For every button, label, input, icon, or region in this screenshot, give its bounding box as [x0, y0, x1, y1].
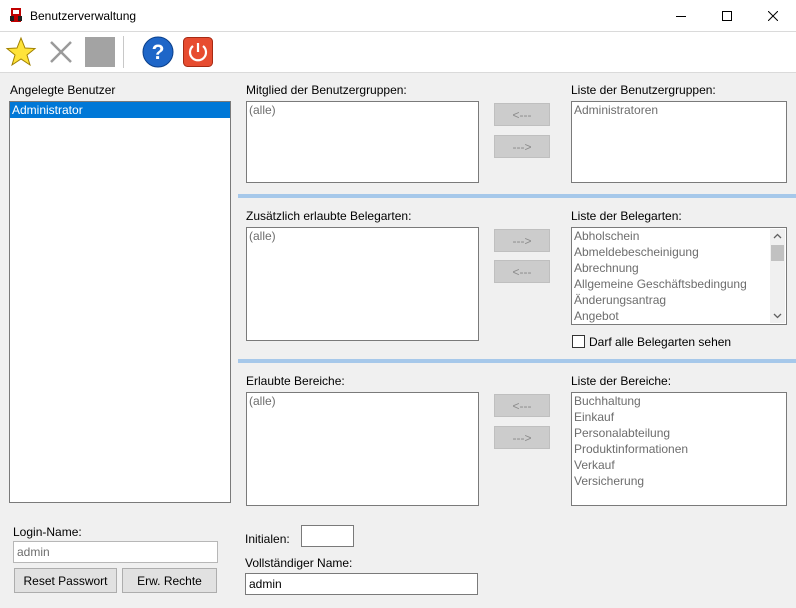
- full-name-label: Vollständiger Name:: [245, 556, 353, 570]
- reset-password-button[interactable]: Reset Passwort: [14, 568, 117, 593]
- scroll-up-icon: [773, 233, 782, 239]
- list-item[interactable]: Abmeldebescheinigung: [572, 244, 786, 260]
- doctype-scrollbar[interactable]: [770, 229, 785, 323]
- toolbar-separator: [123, 36, 124, 68]
- save-icon: [85, 37, 115, 67]
- list-item[interactable]: (alle): [247, 393, 478, 409]
- list-item[interactable]: (alle): [247, 228, 478, 244]
- doctype-list[interactable]: Abholschein Abmeldebescheinigung Abrechn…: [571, 227, 787, 325]
- see-all-doctypes-checkbox[interactable]: [572, 335, 585, 348]
- list-item[interactable]: Abrechnung: [572, 260, 786, 276]
- list-item[interactable]: Allgemeine Geschäftsbedingung: [572, 276, 786, 292]
- allowed-doctypes-list[interactable]: (alle): [246, 227, 479, 341]
- help-button[interactable]: ?: [142, 36, 174, 68]
- login-name-label: Login-Name:: [13, 525, 82, 539]
- delete-user-button[interactable]: [45, 36, 77, 68]
- add-doctype-button[interactable]: --->: [494, 229, 550, 252]
- member-groups-list[interactable]: (alle): [246, 101, 479, 183]
- see-all-doctypes-label: Darf alle Belegarten sehen: [589, 335, 732, 349]
- list-item[interactable]: Angebot: [572, 308, 786, 324]
- full-name-field[interactable]: admin: [245, 573, 478, 595]
- area-list[interactable]: Buchhaltung Einkauf Personalabteilung Pr…: [571, 392, 787, 506]
- allowed-areas-list[interactable]: (alle): [246, 392, 479, 506]
- close-window-icon: [768, 10, 778, 21]
- save-button[interactable]: [84, 36, 116, 68]
- allowed-areas-label: Erlaubte Bereiche:: [246, 374, 345, 388]
- svg-text:?: ?: [152, 41, 165, 64]
- list-item[interactable]: Versicherung: [572, 473, 786, 489]
- initials-label: Initialen:: [245, 532, 290, 546]
- users-list[interactable]: Administrator: [9, 101, 231, 503]
- minimize-icon: [676, 15, 686, 17]
- list-item[interactable]: Personalabteilung: [572, 425, 786, 441]
- remove-area-button[interactable]: <---: [494, 394, 550, 417]
- list-item[interactable]: Administratoren: [572, 102, 786, 118]
- allowed-doctypes-label: Zusätzlich erlaubte Belegarten:: [246, 209, 412, 223]
- list-item[interactable]: (alle): [247, 102, 478, 118]
- maximize-button[interactable]: [704, 0, 750, 31]
- list-item[interactable]: Einkauf: [572, 409, 786, 425]
- area-list-label: Liste der Bereiche:: [571, 374, 672, 388]
- extended-rights-button[interactable]: Erw. Rechte: [122, 568, 217, 593]
- star-icon: [5, 36, 37, 67]
- list-item[interactable]: Administrator: [10, 102, 230, 118]
- group-list[interactable]: Administratoren: [571, 101, 787, 183]
- power-icon: [183, 37, 213, 67]
- users-label: Angelegte Benutzer: [10, 83, 116, 97]
- remove-group-button[interactable]: <---: [494, 103, 550, 126]
- doctype-list-label: Liste der Belegarten:: [571, 209, 682, 223]
- close-window-button[interactable]: [750, 0, 796, 31]
- list-item[interactable]: Produktinformationen: [572, 441, 786, 457]
- member-groups-label: Mitglied der Benutzergruppen:: [246, 83, 407, 97]
- initials-field[interactable]: [301, 525, 354, 547]
- section-divider: [238, 194, 796, 198]
- list-item[interactable]: Änderungsantrag: [572, 292, 786, 308]
- window-title: Benutzerverwaltung: [30, 9, 137, 23]
- scroll-thumb[interactable]: [771, 245, 784, 261]
- add-area-button[interactable]: --->: [494, 426, 550, 449]
- toolbar: [0, 31, 796, 73]
- help-icon: ?: [142, 36, 174, 68]
- add-group-button[interactable]: --->: [494, 135, 550, 158]
- maximize-icon: [722, 10, 732, 21]
- exit-button[interactable]: [182, 36, 214, 68]
- section-divider: [238, 359, 796, 363]
- list-item[interactable]: Abholschein: [572, 228, 786, 244]
- remove-doctype-button[interactable]: <---: [494, 260, 550, 283]
- login-name-field[interactable]: admin: [13, 541, 218, 563]
- group-list-label: Liste der Benutzergruppen:: [571, 83, 716, 97]
- new-user-button[interactable]: [5, 36, 37, 68]
- list-item[interactable]: Verkauf: [572, 457, 786, 473]
- minimize-button[interactable]: [658, 0, 704, 31]
- list-item[interactable]: Buchhaltung: [572, 393, 786, 409]
- scroll-down-icon: [773, 313, 782, 319]
- app-icon: [8, 7, 24, 23]
- close-icon: [50, 41, 72, 63]
